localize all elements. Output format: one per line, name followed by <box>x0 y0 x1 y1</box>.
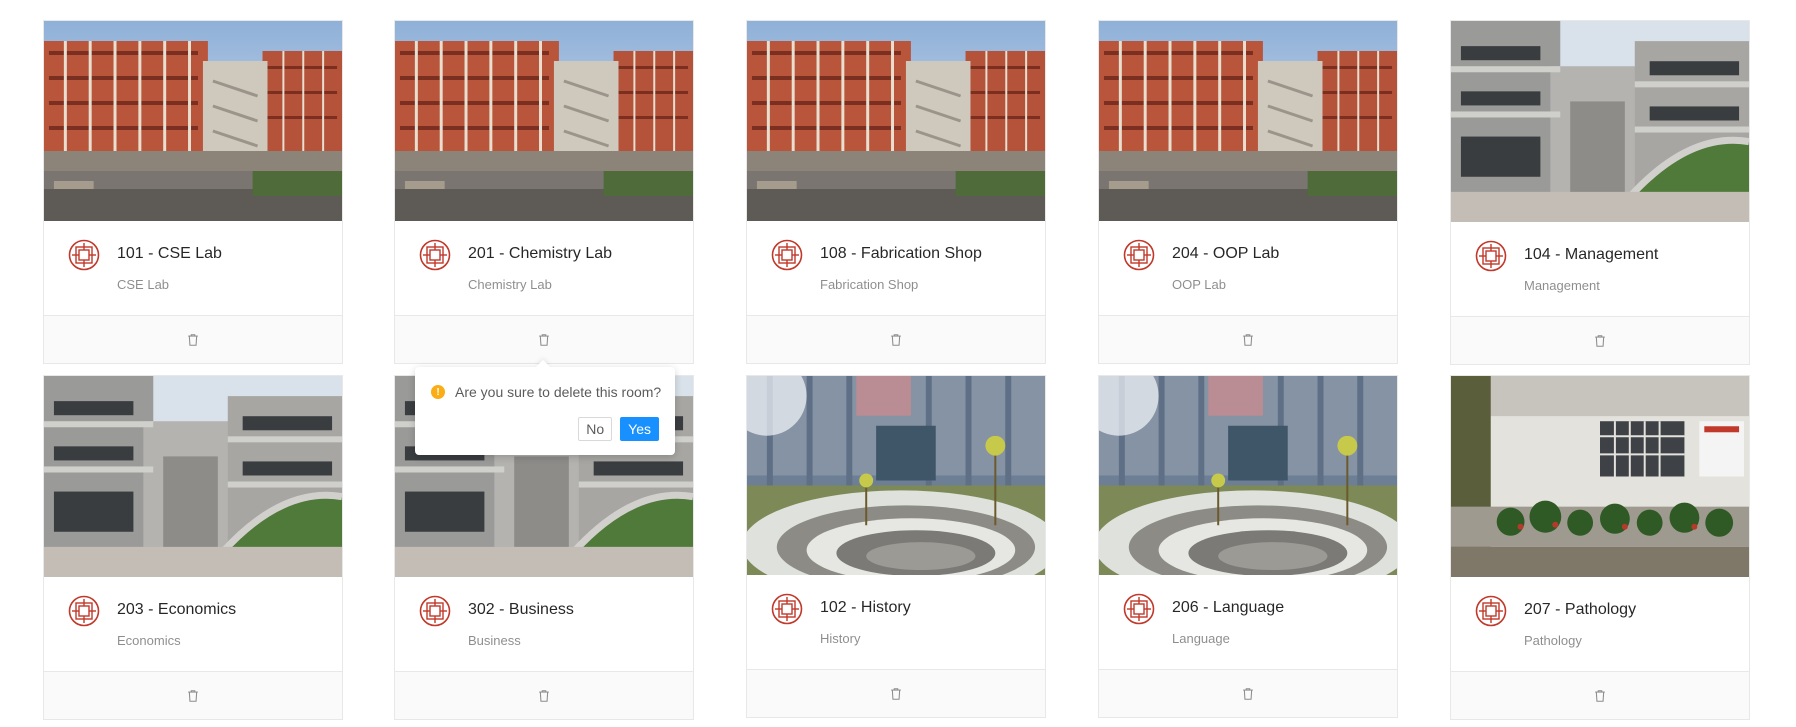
delete-button[interactable] <box>1238 330 1258 350</box>
trash-icon <box>889 687 903 701</box>
university-logo-icon <box>1475 595 1507 627</box>
trash-icon <box>186 333 200 347</box>
brick-building-image <box>747 21 1045 221</box>
yes-button[interactable]: Yes <box>620 417 659 441</box>
trash-icon <box>186 689 200 703</box>
university-logo-icon <box>68 239 100 271</box>
popover-message: Are you sure to delete this room? <box>455 384 662 400</box>
trash-icon <box>889 333 903 347</box>
room-description: Management <box>1524 278 1600 293</box>
room-description: Business <box>468 633 521 648</box>
university-logo-icon <box>68 595 100 627</box>
trash-icon <box>1241 687 1255 701</box>
university-logo-icon <box>1475 240 1507 272</box>
room-description: CSE Lab <box>117 277 170 292</box>
delete-confirm-popover: ! Are you sure to delete this room? No Y… <box>415 359 675 455</box>
delete-button[interactable] <box>183 330 203 350</box>
room-image <box>1451 21 1749 222</box>
exclamation-circle-icon: ! <box>431 385 445 399</box>
university-logo-icon <box>1123 593 1155 625</box>
room-description: Language <box>1172 631 1230 646</box>
delete-button[interactable] <box>886 684 906 704</box>
room-image <box>1099 21 1397 221</box>
brick-building-image <box>44 21 342 221</box>
room-title: 102 - History <box>820 599 911 616</box>
room-title: 207 - Pathology <box>1524 601 1637 618</box>
room-image <box>747 376 1045 575</box>
room-title: 201 - Chemistry Lab <box>468 245 613 262</box>
trash-icon <box>537 333 551 347</box>
room-card[interactable]: 102 - History History <box>746 375 1046 718</box>
room-description: Economics <box>117 633 181 648</box>
room-title: 206 - Language <box>1172 599 1285 616</box>
room-title: 101 - CSE Lab <box>117 245 222 262</box>
room-title: 104 - Management <box>1524 246 1659 263</box>
brick-building-image <box>1099 21 1397 221</box>
popover-message-row: ! Are you sure to delete this room? <box>431 384 661 400</box>
popover-buttons: No Yes <box>578 417 659 441</box>
room-title: 108 - Fabrication Shop <box>820 245 982 262</box>
delete-button[interactable] <box>534 686 554 706</box>
delete-button[interactable] <box>534 330 554 350</box>
concrete-courtyard-image <box>1451 21 1749 222</box>
trash-icon <box>1593 689 1607 703</box>
concrete-courtyard-image <box>44 376 342 577</box>
room-card[interactable]: 201 - Chemistry Lab Chemistry Lab <box>394 20 694 364</box>
room-card[interactable]: 206 - Language Language <box>1098 375 1398 718</box>
room-image <box>44 376 342 577</box>
amphitheatre-image <box>1099 376 1397 575</box>
trash-icon <box>1593 334 1607 348</box>
brick-building-image <box>395 21 693 221</box>
room-title: 302 - Business <box>468 601 574 618</box>
room-image <box>1451 376 1749 577</box>
trash-icon <box>537 689 551 703</box>
room-title: 204 - OOP Lab <box>1172 245 1280 262</box>
room-description: Fabrication Shop <box>820 277 919 292</box>
university-logo-icon <box>419 239 451 271</box>
room-card[interactable]: 104 - Management Management <box>1450 20 1750 365</box>
delete-button[interactable] <box>1238 684 1258 704</box>
delete-button[interactable] <box>183 686 203 706</box>
room-description: Chemistry Lab <box>468 277 552 292</box>
no-button[interactable]: No <box>578 417 613 441</box>
delete-button[interactable] <box>1590 331 1610 351</box>
room-image <box>1099 376 1397 575</box>
amphitheatre-image <box>747 376 1045 575</box>
room-card[interactable]: 204 - OOP Lab OOP Lab <box>1098 20 1398 364</box>
room-title: 203 - Economics <box>117 601 237 618</box>
university-logo-icon <box>1123 239 1155 271</box>
building-with-plants-image <box>1451 376 1749 577</box>
room-card[interactable]: 101 - CSE Lab CSE Lab <box>43 20 343 364</box>
university-logo-icon <box>771 593 803 625</box>
delete-button[interactable] <box>1590 686 1610 706</box>
room-description: History <box>820 631 861 646</box>
room-card[interactable]: 108 - Fabrication Shop Fabrication Shop <box>746 20 1046 364</box>
room-image <box>44 21 342 221</box>
university-logo-icon <box>771 239 803 271</box>
room-card[interactable]: 203 - Economics Economics <box>43 375 343 720</box>
delete-button[interactable] <box>886 330 906 350</box>
room-description: OOP Lab <box>1172 277 1226 292</box>
trash-icon <box>1241 333 1255 347</box>
university-logo-icon <box>419 595 451 627</box>
room-description: Pathology <box>1524 633 1582 648</box>
room-image <box>747 21 1045 221</box>
room-image <box>395 21 693 221</box>
room-card[interactable]: 207 - Pathology Pathology <box>1450 375 1750 720</box>
